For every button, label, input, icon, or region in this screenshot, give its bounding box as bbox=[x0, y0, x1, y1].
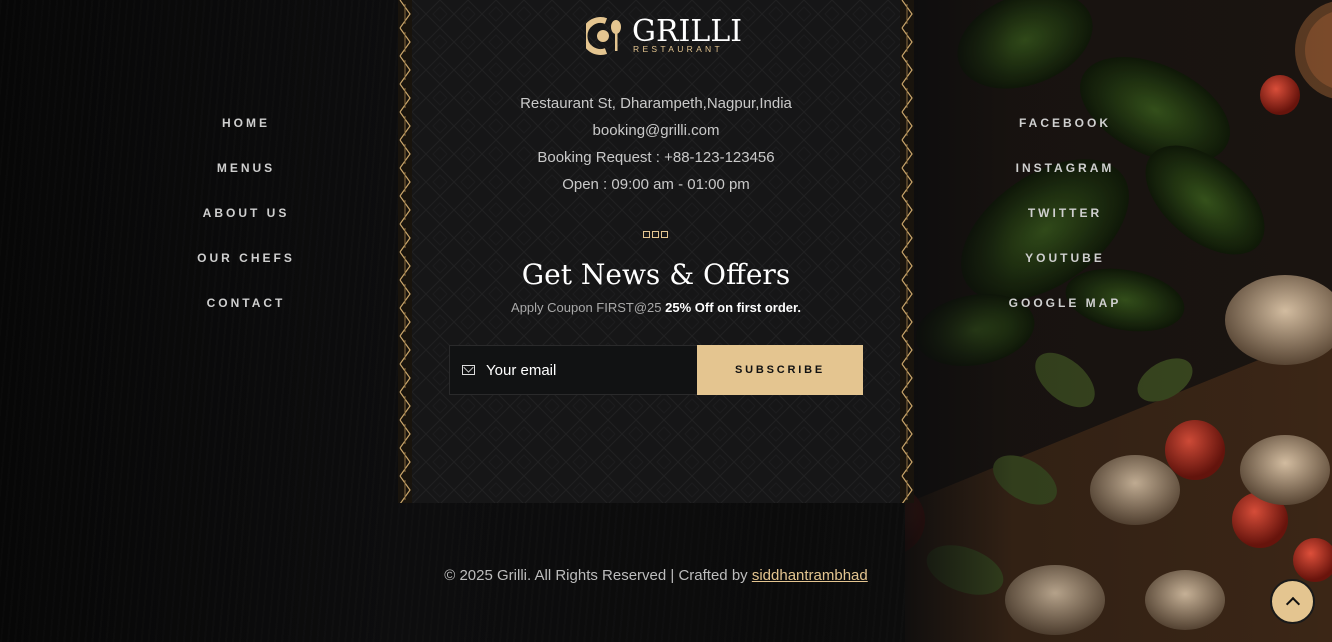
coupon-text: Apply Coupon FIRST@25 25% Off on first o… bbox=[398, 300, 914, 315]
email-field-wrapper[interactable] bbox=[449, 345, 698, 395]
back-to-top-button[interactable] bbox=[1270, 579, 1315, 624]
footer-nav-left: HOME MENUS ABOUT US OUR CHEFS CONTACT bbox=[156, 112, 336, 337]
address-text: Restaurant St, Dharampeth,Nagpur,India bbox=[520, 95, 792, 112]
coupon-offer: 25% Off on first order. bbox=[665, 300, 801, 315]
social-link-youtube[interactable]: YOUTUBE bbox=[975, 247, 1155, 292]
cup-spoon-icon bbox=[581, 17, 621, 55]
social-link-instagram[interactable]: INSTAGRAM bbox=[975, 157, 1155, 202]
opening-hours: Open : 09:00 am - 01:00 pm bbox=[562, 176, 750, 193]
footer-nav-social: FACEBOOK INSTAGRAM TWITTER YOUTUBE GOOGL… bbox=[975, 112, 1155, 337]
email-field[interactable] bbox=[486, 361, 686, 379]
nav-item-menus[interactable]: MENUS bbox=[156, 157, 336, 202]
coupon-code-text: Apply Coupon FIRST@25 bbox=[511, 300, 662, 315]
social-link-facebook[interactable]: FACEBOOK bbox=[975, 112, 1155, 157]
panel-border-right bbox=[900, 0, 914, 503]
booking-phone[interactable]: Booking Request : +88-123-123456 bbox=[398, 149, 914, 166]
social-link-google-map[interactable]: GOOGLE MAP bbox=[975, 292, 1155, 337]
author-link[interactable]: siddhantrambhad bbox=[752, 567, 868, 584]
social-link-twitter[interactable]: TWITTER bbox=[975, 202, 1155, 247]
separator-ornament bbox=[643, 231, 668, 238]
nav-item-home[interactable]: HOME bbox=[156, 112, 336, 157]
nav-item-about-us[interactable]: ABOUT US bbox=[156, 202, 336, 247]
panel-border-left bbox=[398, 0, 412, 503]
contact-panel: GRILLI RESTAURANT Restaurant St, Dharamp… bbox=[398, 0, 914, 503]
chevron-up-icon bbox=[1285, 596, 1300, 612]
newsletter-title: Get News & Offers bbox=[521, 258, 791, 291]
email-link[interactable]: booking@grilli.com bbox=[398, 122, 914, 139]
copyright: © 2025 Grilli. All Rights Reserved | Cra… bbox=[0, 567, 1312, 584]
brand-tagline: RESTAURANT bbox=[633, 44, 723, 54]
nav-item-our-chefs[interactable]: OUR CHEFS bbox=[156, 247, 336, 292]
mail-icon bbox=[462, 365, 475, 375]
nav-item-contact[interactable]: CONTACT bbox=[156, 292, 336, 337]
brand-logo[interactable]: GRILLI RESTAURANT bbox=[581, 15, 742, 57]
copyright-text: © 2025 Grilli. All Rights Reserved | Cra… bbox=[444, 567, 748, 584]
panel-pattern bbox=[398, 0, 914, 503]
subscribe-button[interactable]: SUBSCRIBE bbox=[697, 345, 863, 395]
